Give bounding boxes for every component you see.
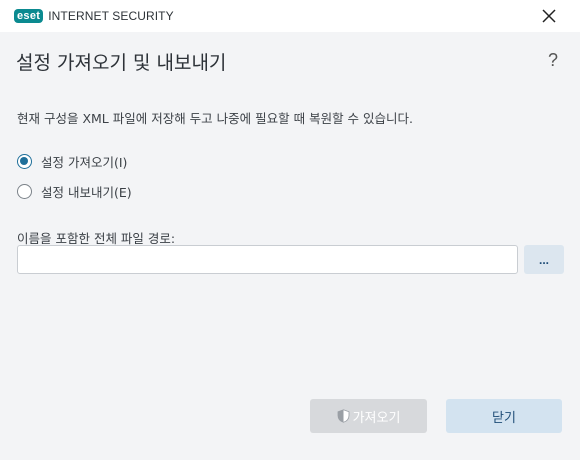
dialog-description: 현재 구성을 XML 파일에 저장해 두고 나중에 필요할 때 복원할 수 있습… <box>17 111 413 126</box>
eset-logo: eset <box>14 9 44 23</box>
browse-button[interactable]: ... <box>524 245 564 274</box>
product-name: INTERNET SECURITY <box>48 9 174 23</box>
import-settings-option[interactable]: 설정 가져오기(I) <box>17 152 127 171</box>
shield-icon <box>337 409 350 423</box>
export-radio[interactable] <box>17 184 32 199</box>
export-option-label: 설정 내보내기(E) <box>41 185 132 200</box>
close-icon <box>542 9 556 23</box>
dialog-title: 설정 가져오기 및 내보내기 <box>16 52 227 74</box>
app-branding: eset INTERNET SECURITY <box>14 8 174 24</box>
help-button[interactable]: ? <box>548 50 558 71</box>
close-button[interactable]: 닫기 <box>446 399 562 433</box>
import-button-label: 가져오기 <box>352 410 401 426</box>
import-radio[interactable] <box>17 154 32 169</box>
title-bar: eset INTERNET SECURITY <box>0 0 580 32</box>
file-path-input[interactable] <box>17 245 518 274</box>
import-button[interactable]: 가져오기 <box>310 399 427 433</box>
export-settings-option[interactable]: 설정 내보내기(E) <box>17 182 132 201</box>
close-window-button[interactable] <box>540 7 558 25</box>
import-option-label: 설정 가져오기(I) <box>41 155 128 170</box>
